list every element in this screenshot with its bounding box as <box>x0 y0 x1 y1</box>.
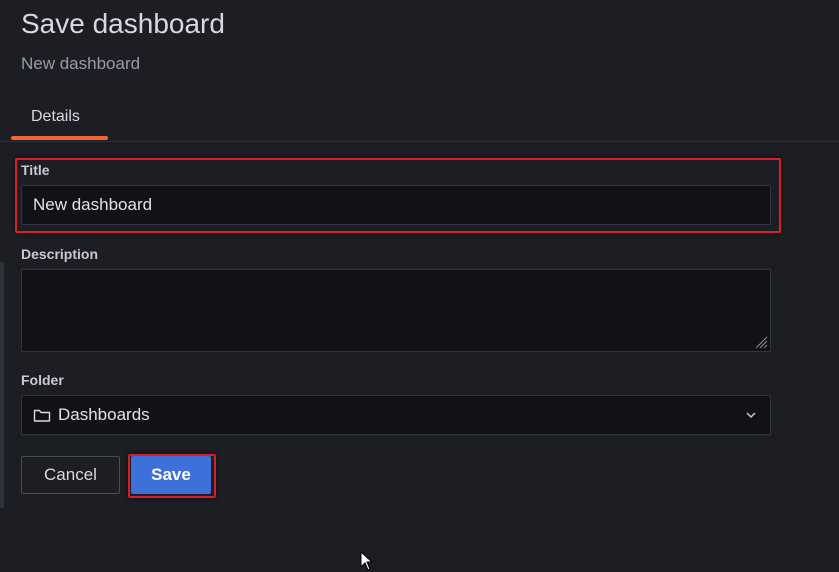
cancel-button[interactable]: Cancel <box>21 456 120 494</box>
tab-details[interactable]: Details <box>11 96 108 140</box>
save-button[interactable]: Save <box>131 456 211 494</box>
mouse-cursor-icon <box>360 551 374 571</box>
title-input[interactable] <box>21 185 771 225</box>
description-field-label: Description <box>21 246 99 262</box>
dialog-subtitle: New dashboard <box>21 54 141 73</box>
tab-details-label: Details <box>31 108 80 125</box>
chevron-down-icon <box>746 412 756 419</box>
resize-grip-icon[interactable] <box>754 335 768 349</box>
tab-bar: Details <box>0 96 839 142</box>
folder-icon <box>33 409 51 422</box>
folder-select-value: Dashboards <box>58 405 150 424</box>
description-textarea[interactable] <box>21 269 771 352</box>
dialog-title: Save dashboard <box>21 8 225 39</box>
folder-field-label: Folder <box>21 372 64 388</box>
title-field-label: Title <box>21 162 50 178</box>
scroll-indicator[interactable] <box>0 262 4 508</box>
folder-select[interactable]: Dashboards <box>21 395 771 435</box>
active-tab-indicator <box>11 136 108 140</box>
